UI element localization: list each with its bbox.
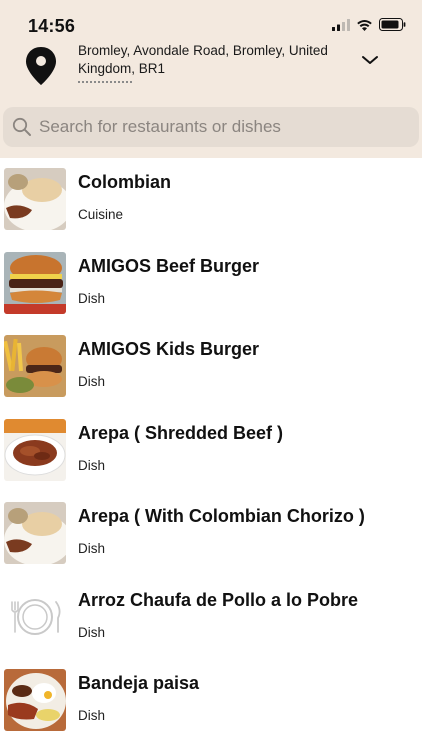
status-bar: 14:56 xyxy=(0,0,422,44)
result-title: Colombian xyxy=(78,172,171,192)
wifi-icon xyxy=(356,18,373,36)
result-title: AMIGOS Kids Burger xyxy=(78,339,260,359)
result-item[interactable]: AMIGOS Beef Burger Dish xyxy=(0,242,422,326)
result-type: Dish xyxy=(78,374,106,389)
result-type: Cuisine xyxy=(78,207,124,222)
result-title: Arepa ( Shredded Beef ) xyxy=(78,422,284,443)
status-icons xyxy=(332,18,406,36)
result-type: Dish xyxy=(78,624,106,640)
search-bar[interactable]: Search for restaurants or dishes xyxy=(3,107,419,147)
search-input[interactable]: Search for restaurants or dishes xyxy=(39,117,281,137)
result-item[interactable]: AMIGOS Kids Burger Dish xyxy=(0,325,422,409)
battery-icon xyxy=(379,18,406,36)
location-selector[interactable]: Bromley, Avondale Road, Bromley, United … xyxy=(0,40,422,88)
status-time: 14:56 xyxy=(28,16,76,36)
kids-burger-fries-image xyxy=(4,335,66,397)
result-title: AMIGOS Beef Burger xyxy=(78,255,260,276)
plate-arepa-image xyxy=(4,168,66,230)
result-title: Arepa ( With Colombian Chorizo ) xyxy=(78,506,365,526)
result-item[interactable]: Bandeja paisa Dish xyxy=(0,659,422,743)
result-item[interactable]: Colombian Cuisine xyxy=(0,158,422,242)
bandeja-paisa-image xyxy=(4,669,66,731)
signal-icon xyxy=(332,18,350,36)
address-underline xyxy=(78,81,132,83)
delivery-address: Bromley, Avondale Road, Bromley, United … xyxy=(78,43,328,76)
shredded-beef-image xyxy=(4,418,66,481)
map-pin-icon xyxy=(24,46,58,86)
header: 14:56 Bromley, Avondale Road, Bromley, U… xyxy=(0,0,422,158)
result-title: Bandeja paisa xyxy=(78,673,200,693)
chevron-down-icon[interactable] xyxy=(360,52,380,68)
result-title: Arroz Chaufa de Pollo a lo Pobre xyxy=(78,589,359,610)
result-type: Dish xyxy=(78,457,106,473)
results-list: Colombian Cuisine AMIGOS Beef Burger Dis… xyxy=(0,158,422,743)
arepa-chorizo-image xyxy=(4,502,66,564)
search-icon xyxy=(12,117,32,137)
result-type: Dish xyxy=(78,708,106,723)
plate-cutlery-placeholder-icon xyxy=(4,585,66,648)
result-item[interactable]: Arepa ( Shredded Beef ) Dish xyxy=(0,409,422,493)
result-type: Dish xyxy=(78,290,106,306)
result-item[interactable]: Arepa ( With Colombian Chorizo ) Dish xyxy=(0,492,422,576)
burger-image xyxy=(4,251,66,314)
result-item[interactable]: Arroz Chaufa de Pollo a lo Pobre Dish xyxy=(0,576,422,660)
result-type: Dish xyxy=(78,541,106,556)
